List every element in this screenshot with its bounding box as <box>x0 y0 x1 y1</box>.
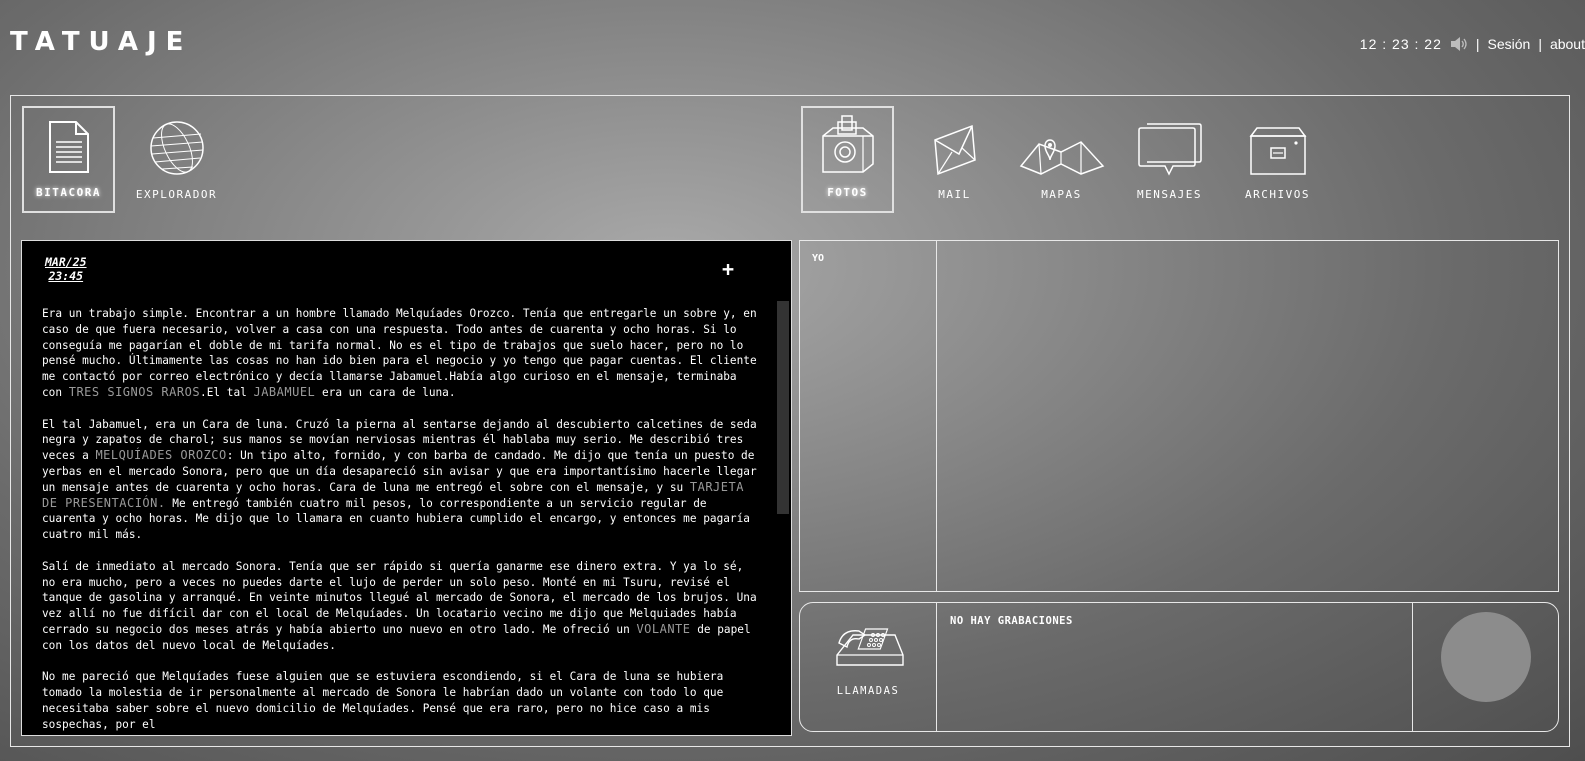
log-paragraph: Salí de inmediato al mercado Sonora. Ten… <box>42 559 757 652</box>
recordings-status: NO HAY GRABACIONES <box>950 615 1073 627</box>
envelope-icon <box>932 122 978 180</box>
app-label: MENSAJES <box>1137 188 1202 201</box>
log-time: 23:45 <box>48 269 84 283</box>
app-mail-button[interactable]: MAIL <box>908 106 1001 213</box>
telephone-icon[interactable] <box>833 625 907 675</box>
camera-icon <box>819 114 877 178</box>
session-link[interactable]: Sesión <box>1488 36 1531 52</box>
app-label: ARCHIVOS <box>1245 188 1310 201</box>
app-mensajes-button[interactable]: MENSAJES <box>1123 106 1216 213</box>
app-logo: TATUAJE <box>10 27 193 57</box>
app-label: FOTOS <box>827 186 868 199</box>
log-paragraph: El tal Jabamuel, era un Cara de luna. Cr… <box>42 417 757 542</box>
log-text: Era un trabajo simple. Encontrar a un ho… <box>42 306 758 735</box>
keyword-link[interactable]: TRES SIGNOS RAROS <box>69 385 200 399</box>
divider <box>936 241 937 591</box>
keyword-link[interactable]: VOLANTE <box>636 622 690 636</box>
calls-label: LLAMADAS <box>836 685 900 697</box>
divider <box>1412 603 1413 731</box>
chat-bubble-icon <box>1137 122 1203 180</box>
app-label: MAIL <box>938 188 971 201</box>
log-date-stamp: MAR/25 23:45 <box>45 255 87 283</box>
app-mapas-button[interactable]: MAPAS <box>1015 106 1108 213</box>
document-icon <box>47 120 91 178</box>
map-icon <box>1019 132 1105 180</box>
about-link[interactable]: about <box>1550 36 1585 52</box>
divider <box>936 603 937 731</box>
app-label: EXPLORADOR <box>135 188 218 201</box>
log-paragraph: No me pareció que Melquíades fuese algui… <box>42 670 724 731</box>
app-label: MAPAS <box>1041 188 1082 201</box>
log-date: MAR/25 <box>45 255 87 269</box>
app-archivos-button[interactable]: ARCHIVOS <box>1231 106 1324 213</box>
separator: | <box>1475 36 1480 52</box>
record-button[interactable] <box>1441 612 1531 702</box>
log-panel: MAR/25 23:45 + Era un trabajo simple. En… <box>21 240 792 736</box>
speaker-icon[interactable] <box>1450 36 1468 52</box>
album-item-yo[interactable]: YO <box>812 253 824 264</box>
log-scrollbar[interactable] <box>777 301 789 514</box>
add-entry-button[interactable]: + <box>722 257 734 281</box>
app-explorador-button[interactable]: EXPLORADOR <box>130 106 223 213</box>
globe-icon <box>148 120 206 180</box>
photos-panel: YO <box>799 240 1559 592</box>
app-label: BITACORA <box>36 186 101 199</box>
app-bitacora-button[interactable]: BITACORA <box>22 106 115 213</box>
top-bar: 12 : 23 : 22 | Sesión | about <box>1360 36 1585 52</box>
separator: | <box>1538 36 1542 52</box>
keyword-link[interactable]: MELQUÍADES OROZCO <box>95 448 226 462</box>
app-fotos-button[interactable]: FOTOS <box>801 106 894 213</box>
file-cabinet-icon <box>1249 126 1307 180</box>
calls-panel: LLAMADAS NO HAY GRABACIONES <box>799 602 1559 732</box>
log-paragraph: Era un trabajo simple. Encontrar a un ho… <box>42 307 757 399</box>
keyword-link[interactable]: JABAMUEL <box>253 385 315 399</box>
clock: 12 : 23 : 22 <box>1359 36 1442 52</box>
